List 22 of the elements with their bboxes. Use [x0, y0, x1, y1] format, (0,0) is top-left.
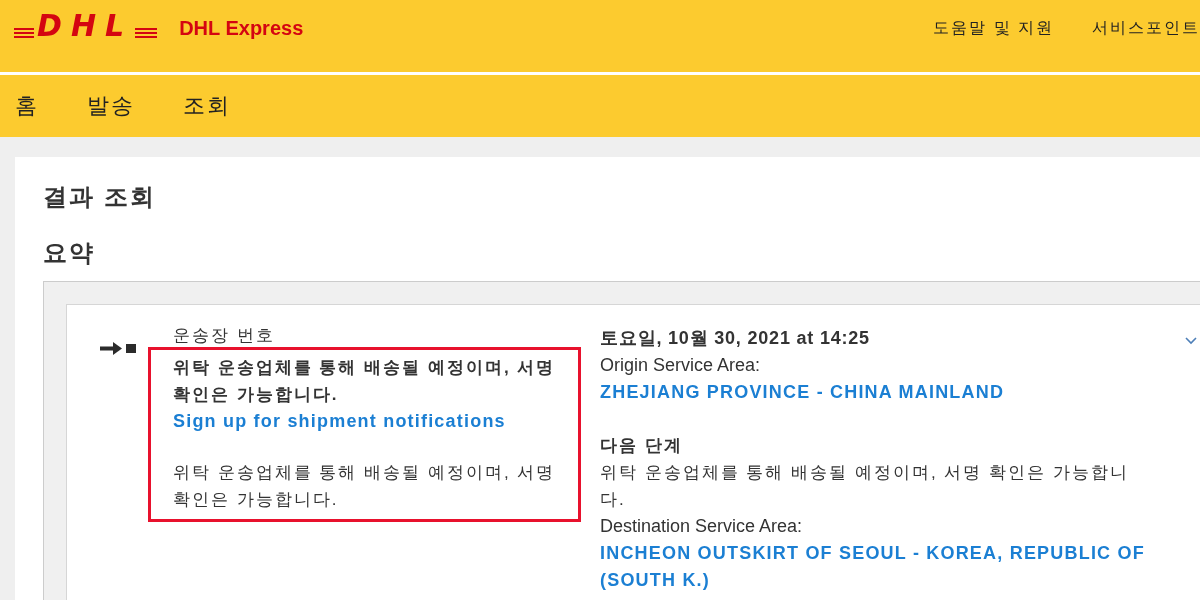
- destination-service-area: INCHEON OUTSKIRT OF SEOUL - KOREA, REPUBLIC OF (SOUTH K.): [600, 540, 1150, 594]
- origin-service-area: ZHEJIANG PROVINCE - CHINA MAINLAND: [600, 379, 1150, 406]
- brand-name: DHL Express: [179, 16, 304, 40]
- notification-signup-link[interactable]: Sign up for shipment notifications: [173, 408, 566, 435]
- shipment-status: 위탁 운송업체를 통해 배송될 예정이며, 서명 확인은 가능합니다.: [173, 357, 557, 406]
- dhl-logo[interactable]: DHL: [14, 11, 158, 41]
- status-detail: 위탁 운송업체를 통해 배송될 예정이며, 서명 확인은 가능합니다.: [173, 462, 557, 511]
- chevron-down-icon[interactable]: [1185, 337, 1197, 345]
- next-step-label: 다음 단계: [600, 435, 684, 457]
- section-title: 요약: [43, 238, 95, 268]
- nav-item[interactable]: 홈: [15, 92, 39, 120]
- waybill-label: 운송장 번호: [173, 325, 276, 347]
- header-link[interactable]: 도움말 및 지원: [933, 17, 1054, 39]
- destination-label: Destination Service Area:: [600, 515, 804, 538]
- next-step-text: 위탁 운송업체를 통해 배송될 예정이며, 서명 확인은 가능합니다.: [600, 462, 1130, 511]
- arrow-square-icon: [100, 342, 136, 355]
- origin-label: Origin Service Area:: [600, 354, 762, 377]
- nav-item[interactable]: 발송: [87, 92, 135, 120]
- event-date: 토요일, 10월 30, 2021 at 14:25: [600, 327, 871, 350]
- header-link[interactable]: 서비스포인트: [1092, 17, 1200, 39]
- nav-item[interactable]: 조회: [183, 92, 231, 120]
- page-title: 결과 조회: [43, 182, 156, 212]
